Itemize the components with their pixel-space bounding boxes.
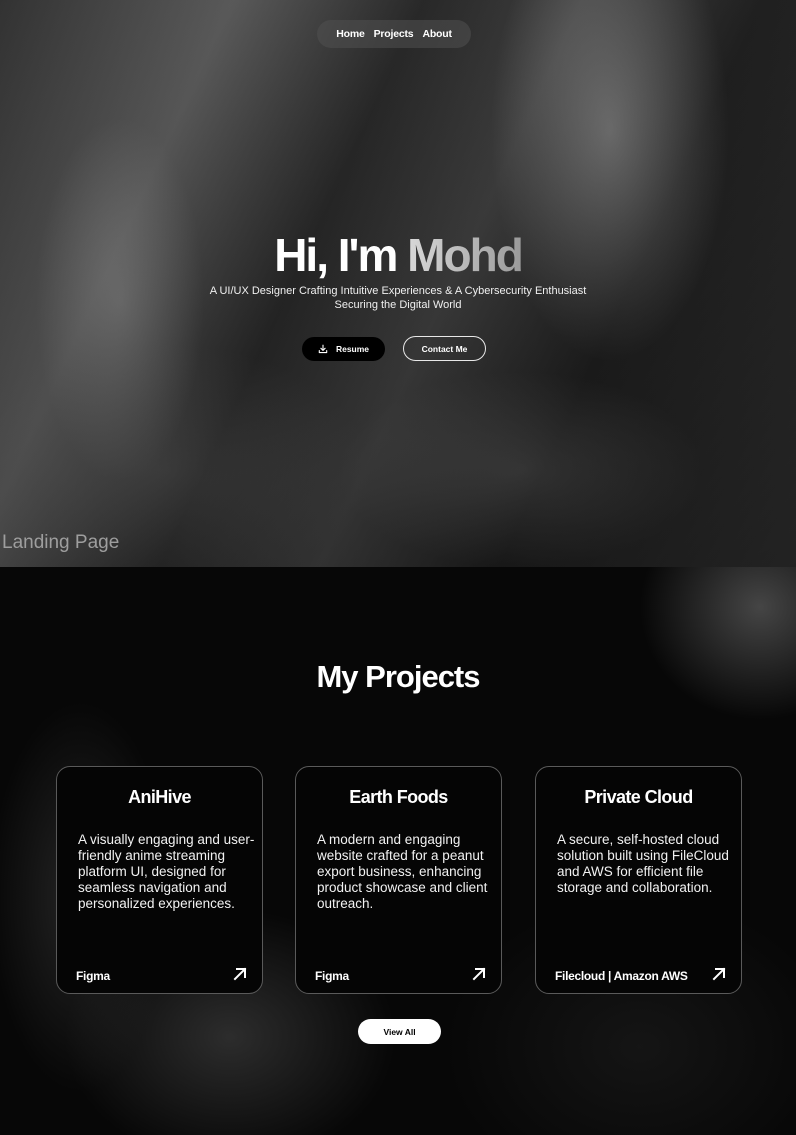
resume-button-label: Resume — [335, 344, 370, 354]
view-all-button[interactable]: View All — [358, 1019, 441, 1044]
project-card-earth-foods[interactable]: Earth Foods A modern and engaging websit… — [295, 766, 502, 994]
hero-subtitle-line1: A UI/UX Designer Crafting Intuitive Expe… — [209, 285, 587, 297]
nav-home-link[interactable]: Home — [336, 28, 365, 40]
project-card-tech: Figma — [76, 969, 110, 983]
hero-greeting: Hi, I'm — [274, 229, 398, 281]
hero-subtitle-line2: Securing the Digital World — [334, 298, 462, 311]
arrow-up-right-icon[interactable] — [232, 966, 248, 982]
project-card-tech: Filecloud | Amazon AWS — [555, 969, 688, 983]
project-card-title: AniHive — [128, 787, 191, 807]
hero-title: Hi, I'm Mohd — [0, 228, 796, 282]
hero-subtitle: A UI/UX Designer Crafting Intuitive Expe… — [180, 285, 616, 312]
resume-button[interactable]: Resume — [302, 337, 385, 361]
project-card-anihive[interactable]: AniHive A visually engaging and user-fri… — [56, 766, 263, 994]
nav-about-link[interactable]: About — [422, 28, 452, 40]
frame-label: Landing Page — [2, 532, 120, 553]
project-card-private-cloud[interactable]: Private Cloud A secure, self-hosted clou… — [535, 766, 742, 994]
view-all-label: View All — [383, 1026, 416, 1037]
top-nav: Home Projects About — [317, 20, 471, 48]
project-card-description: A secure, self-hosted cloud solution bui… — [557, 832, 729, 895]
project-card-title: Private Cloud — [584, 787, 693, 807]
contact-me-button[interactable]: Contact Me — [403, 336, 486, 361]
project-card-title: Earth Foods — [349, 787, 448, 807]
projects-section: My Projects AniHive A visually engaging … — [0, 567, 796, 1135]
hero-name: Mohd — [407, 229, 524, 281]
nav-projects-link[interactable]: Projects — [374, 28, 414, 40]
project-card-description: A modern and engaging website crafted fo… — [317, 832, 488, 911]
projects-title: My Projects — [316, 659, 480, 694]
contact-button-label: Contact Me — [421, 343, 468, 354]
arrow-up-right-icon[interactable] — [711, 966, 727, 982]
arrow-up-right-icon[interactable] — [471, 966, 487, 982]
landing-section: Home Projects About Hi, I'm Mohd A UI/UX… — [0, 0, 796, 567]
download-icon — [318, 344, 328, 354]
project-card-tech: Figma — [315, 969, 349, 983]
project-card-description: A visually engaging and user-friendly an… — [78, 832, 255, 911]
